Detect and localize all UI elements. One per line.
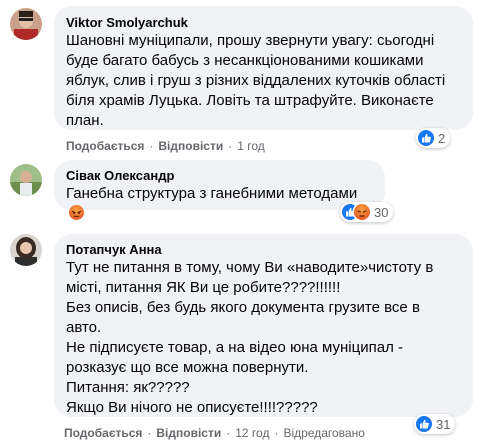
like-button[interactable]: Подобається [66,139,144,153]
user-photo-icon [10,164,42,196]
comment-actions: Подобається · Відповісти · 1 год [66,139,265,153]
comment-timestamp[interactable]: 12 год [235,426,269,440]
reaction-summary[interactable]: 30 [340,202,394,222]
comment-author[interactable]: Viktor Smolyarchuk [66,14,461,31]
avatar[interactable] [10,164,42,196]
angry-icon [354,204,370,220]
comment-bubble: Сівак Олександр Ганебна структура з гане… [54,160,385,220]
comment-timestamp[interactable]: 1 год [237,139,265,153]
comment-bubble: Viktor Smolyarchuk Шановні муніципали, п… [54,6,473,130]
like-icon [416,416,432,432]
like-icon [418,130,434,146]
avatar[interactable] [10,234,42,266]
reaction-count: 30 [374,204,389,220]
user-photo-icon [10,234,42,266]
comment-author[interactable]: Сівак Олександр [66,167,373,184]
comment-text: Шановні муніципали, прошу звернути увагу… [66,32,446,129]
reply-button[interactable]: Відповісти [156,426,221,440]
reaction-summary[interactable]: 31 [414,414,456,434]
reaction-count: 31 [436,416,451,432]
reply-button[interactable]: Відповісти [158,139,223,153]
like-button[interactable]: Подобається [64,426,142,440]
comment-text: Ганебна структура з ганебними методами [66,184,373,224]
comment-text: Тут не питання в тому, чому Ви «наводите… [66,259,434,416]
comment-actions: Подобається · Відповісти · 12 год · Відредагов… [64,426,365,440]
user-photo-icon [10,8,42,40]
edited-label: Відредаговано [283,426,365,440]
comment-bubble: Потапчук Анна Тут не питання в тому, чом… [54,234,473,417]
angry-emoji-icon [69,205,84,220]
reaction-summary[interactable]: 2 [416,128,451,148]
avatar[interactable] [10,8,42,40]
comment-author[interactable]: Потапчук Анна [66,241,461,258]
reaction-count: 2 [438,130,446,146]
